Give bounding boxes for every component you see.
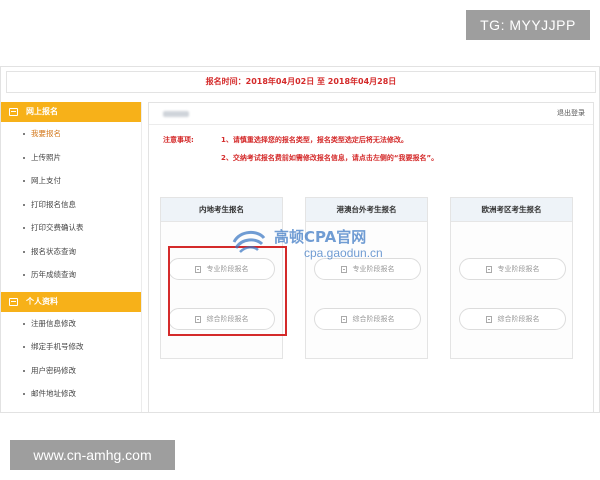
document-icon (485, 315, 492, 323)
panel-mainland-candidates: 内地考生报名 专业阶段报名 综合阶段报名 (160, 197, 283, 359)
watermark-title: 高顿CPA官网 (274, 228, 367, 246)
document-icon (340, 315, 347, 323)
sidebar-item-register[interactable]: 我要报名 (1, 122, 141, 146)
sidebar-item-edit-password[interactable]: 用户密码修改 (1, 359, 141, 383)
sidebar: 网上报名 我要报名 上传照片 网上支付 打印报名信息 打印交费确认表 报名状态查… (1, 102, 142, 412)
sidebar-section-title: 网上报名 (26, 107, 58, 116)
blurred-username (163, 111, 189, 117)
comprehensive-stage-button[interactable]: 综合阶段报名 (314, 308, 421, 330)
button-label: 综合阶段报名 (206, 315, 249, 323)
document-icon (340, 265, 347, 273)
sidebar-item-edit-phone[interactable]: 绑定手机号修改 (1, 335, 141, 359)
sidebar-section-title: 个人资料 (26, 296, 58, 306)
button-label: 专业阶段报名 (497, 265, 540, 273)
panel-title: 港澳台外考生报名 (306, 198, 427, 222)
watermark-url: cpa.gaodun.cn (304, 246, 383, 260)
sidebar-item-print-registration[interactable]: 打印报名信息 (1, 193, 141, 217)
document-icon (194, 265, 201, 273)
professional-stage-button[interactable]: 专业阶段报名 (459, 258, 566, 280)
gaodun-logo-icon (232, 231, 266, 253)
user-bar: 退出登录 (149, 103, 593, 125)
sidebar-item-edit-email[interactable]: 邮件地址修改 (1, 382, 141, 406)
sidebar-item-score-history[interactable]: 历年成绩查询 (1, 263, 141, 287)
button-label: 综合阶段报名 (352, 315, 395, 323)
monitor-icon (9, 108, 18, 116)
sidebar-item-online-payment[interactable]: 网上支付 (1, 169, 141, 193)
registration-time-banner: 报名时间：2018年04月02日 至 2018年04月28日 (6, 71, 596, 93)
logout-link[interactable]: 退出登录 (557, 108, 585, 118)
site-watermark: 高顿CPA官网 cpa.gaodun.cn (232, 224, 392, 266)
panel-title: 欧洲考区考生报名 (451, 198, 572, 222)
bottom-watermark-tag: www.cn-amhg.com (10, 440, 175, 470)
sidebar-section-personal-info[interactable]: 个人资料 (1, 291, 141, 312)
panel-europe-candidates: 欧洲考区考生报名 专业阶段报名 综合阶段报名 (450, 197, 573, 359)
top-watermark-tag: TG: MYYJJPP (466, 10, 590, 40)
panel-title: 内地考生报名 (161, 198, 282, 222)
button-label: 综合阶段报名 (497, 315, 540, 323)
sidebar-item-edit-registration-info[interactable]: 注册信息修改 (1, 312, 141, 336)
user-card-icon (9, 297, 18, 306)
document-icon (485, 265, 492, 273)
notice-label: 注意事项: (163, 136, 194, 144)
document-icon (194, 315, 201, 323)
notice-line-1: 1、请慎重选择您的报名类型，报名类型选定后将无法修改。 (221, 136, 408, 144)
sidebar-item-registration-status[interactable]: 报名状态查询 (1, 240, 141, 264)
sidebar-item-print-payment-confirmation[interactable]: 打印交费确认表 (1, 216, 141, 240)
notice-line-2: 2、交纳考试报名费前如需修改报名信息，请点击左侧的“我要报名”。 (221, 154, 439, 162)
panel-hk-macao-taiwan-foreign-candidates: 港澳台外考生报名 专业阶段报名 综合阶段报名 (305, 197, 428, 359)
comprehensive-stage-button[interactable]: 综合阶段报名 (459, 308, 566, 330)
comprehensive-stage-button[interactable]: 综合阶段报名 (168, 308, 275, 330)
sidebar-section-online-registration[interactable]: 网上报名 (1, 102, 141, 122)
sidebar-item-upload-photo[interactable]: 上传照片 (1, 146, 141, 170)
